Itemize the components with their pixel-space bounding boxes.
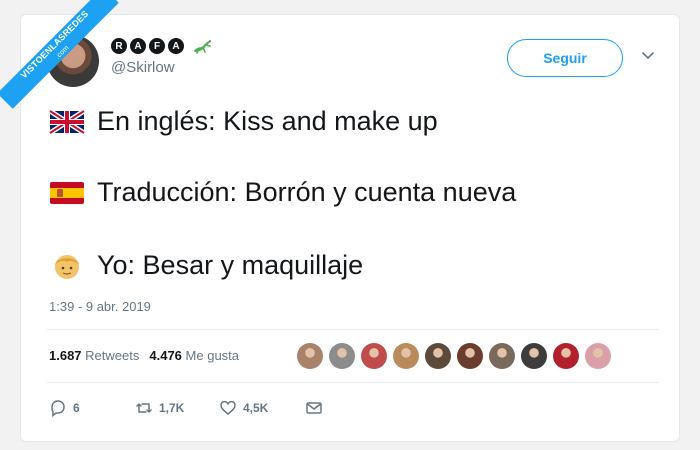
reply-icon bbox=[51, 400, 65, 417]
liker-avatars bbox=[297, 343, 611, 369]
envelope-icon bbox=[306, 402, 322, 414]
lizard-icon bbox=[194, 40, 211, 54]
like-count: 4,5K bbox=[243, 401, 269, 415]
display-name[interactable]: R A F A bbox=[111, 37, 213, 55]
handle[interactable]: @Skirlow bbox=[111, 59, 175, 76]
liker-avatar[interactable] bbox=[361, 343, 387, 369]
liker-avatar[interactable] bbox=[521, 343, 547, 369]
likes-stat[interactable]: 4.476 Me gusta bbox=[149, 348, 239, 363]
retweet-icon bbox=[136, 403, 152, 413]
divider bbox=[47, 382, 659, 383]
retweet-button[interactable]: 1,7K bbox=[135, 399, 219, 417]
liker-avatar[interactable] bbox=[297, 343, 323, 369]
action-bar: 6 1,7K 4,5K bbox=[49, 399, 323, 417]
like-button[interactable]: 4,5K bbox=[219, 399, 305, 417]
likes-label: Me gusta bbox=[185, 348, 240, 363]
uk-flag-icon bbox=[49, 108, 86, 135]
name-letter: A bbox=[130, 38, 146, 54]
follow-button[interactable]: Seguir bbox=[507, 39, 623, 77]
watermark-sub: .com bbox=[54, 44, 71, 61]
liker-avatar[interactable] bbox=[393, 343, 419, 369]
tweet-line-text: En inglés: Kiss and make up bbox=[97, 106, 438, 136]
tweet-line-text: Yo: Besar y maquillaje bbox=[97, 250, 364, 280]
likes-count: 4.476 bbox=[149, 348, 182, 363]
liker-avatar[interactable] bbox=[329, 343, 355, 369]
blond-person-icon bbox=[55, 254, 79, 279]
liker-avatar[interactable] bbox=[489, 343, 515, 369]
name-letter: R bbox=[111, 38, 127, 54]
name-letter: F bbox=[149, 38, 165, 54]
tweet-line: Traducción: Borrón y cuenta nueva bbox=[49, 177, 516, 208]
tweet-line: Yo: Besar y maquillaje bbox=[49, 250, 363, 281]
liker-avatar[interactable] bbox=[553, 343, 579, 369]
divider bbox=[47, 329, 659, 330]
retweets-stat[interactable]: 1.687 Retweets bbox=[49, 348, 139, 363]
heart-icon bbox=[220, 400, 236, 415]
liker-avatar[interactable] bbox=[425, 343, 451, 369]
tweet-card: VISTOENLASREDES .com R A F A @Skirlow Seg… bbox=[0, 0, 680, 442]
timestamp[interactable]: 1:39 - 9 abr. 2019 bbox=[49, 299, 151, 314]
direct-message-button[interactable] bbox=[305, 399, 323, 417]
tweet-line-text: Traducción: Borrón y cuenta nueva bbox=[97, 177, 517, 207]
retweets-count: 1.687 bbox=[49, 348, 82, 363]
spain-flag-icon bbox=[50, 181, 84, 204]
reply-count: 6 bbox=[73, 401, 80, 415]
retweet-count: 1,7K bbox=[159, 401, 185, 415]
engagement-stats: 1.687 Retweets 4.476 Me gusta bbox=[49, 348, 239, 363]
liker-avatar[interactable] bbox=[457, 343, 483, 369]
watermark-ribbon: VISTOENLASREDES .com bbox=[0, 0, 119, 109]
reply-button[interactable]: 6 bbox=[49, 399, 135, 417]
chevron-down-icon[interactable] bbox=[641, 51, 655, 61]
tweet-line: En inglés: Kiss and make up bbox=[49, 106, 438, 137]
liker-avatar[interactable] bbox=[585, 343, 611, 369]
name-letter: A bbox=[168, 38, 184, 54]
retweets-label: Retweets bbox=[85, 348, 140, 363]
